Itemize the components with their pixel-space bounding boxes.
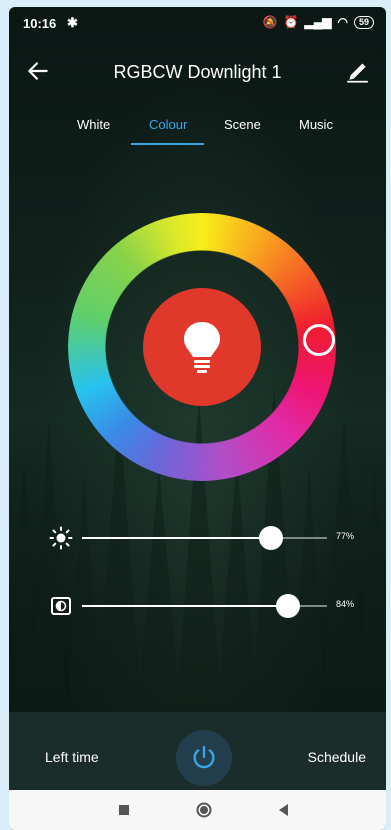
brightness-slider[interactable] (82, 526, 327, 550)
saturation-fill (82, 605, 288, 607)
lightbulb-icon (184, 322, 220, 373)
active-tab-indicator (131, 143, 204, 145)
contrast-icon (51, 597, 71, 615)
power-icon (193, 745, 215, 769)
brightness-value: 77% (336, 531, 355, 541)
brightness-icon (49, 526, 73, 550)
saturation-slider-row: 84% (9, 591, 386, 621)
left-time-button[interactable]: Left time (45, 749, 99, 765)
battery-icon: 59 (353, 15, 374, 29)
bluetooth-icon: ✱ (67, 15, 78, 30)
system-nav-bar (9, 790, 386, 830)
mute-icon: 🔕 (262, 15, 278, 29)
brightness-thumb[interactable] (258, 526, 283, 550)
tab-music[interactable]: Music (299, 117, 333, 132)
status-time: 10:16 (23, 16, 57, 31)
tab-colour[interactable]: Colour (149, 117, 187, 132)
app-screen: 10:16 ✱ 🔕 ⏰ ▂▄▆ ◠ 59 RGBCW Downlight 1 W… (9, 7, 386, 830)
signal-icon: ▂▄▆ (304, 15, 332, 29)
status-icons: 🔕 ⏰ ▂▄▆ ◠ 59 (263, 15, 374, 29)
tab-scene[interactable]: Scene (224, 117, 261, 132)
alarm-icon: ⏰ (283, 15, 299, 29)
color-wheel-container (68, 213, 336, 481)
wifi-icon: ◠ (337, 15, 348, 29)
page-title: RGBCW Downlight 1 (113, 62, 282, 82)
home-icon[interactable] (195, 801, 213, 819)
color-picker-handle[interactable] (303, 324, 335, 356)
brightness-slider-row: 77% (9, 523, 386, 553)
edit-icon[interactable] (344, 57, 370, 83)
saturation-slider[interactable] (82, 594, 327, 618)
status-bar: 10:16 ✱ 🔕 ⏰ ▂▄▆ ◠ 59 (9, 7, 386, 39)
brightness-fill (82, 537, 271, 539)
bottom-control-bar: Left time Schedule (9, 712, 386, 800)
header: RGBCW Downlight 1 (9, 52, 386, 92)
power-button[interactable] (176, 730, 232, 786)
back-icon[interactable] (275, 801, 293, 819)
schedule-button[interactable]: Schedule (308, 749, 366, 765)
mode-tabs: White Colour Scene Music (9, 111, 386, 145)
recents-icon[interactable] (115, 801, 133, 819)
saturation-thumb[interactable] (275, 594, 300, 618)
selected-color-preview[interactable] (143, 288, 261, 406)
tab-white[interactable]: White (77, 117, 110, 132)
saturation-value: 84% (336, 599, 355, 609)
